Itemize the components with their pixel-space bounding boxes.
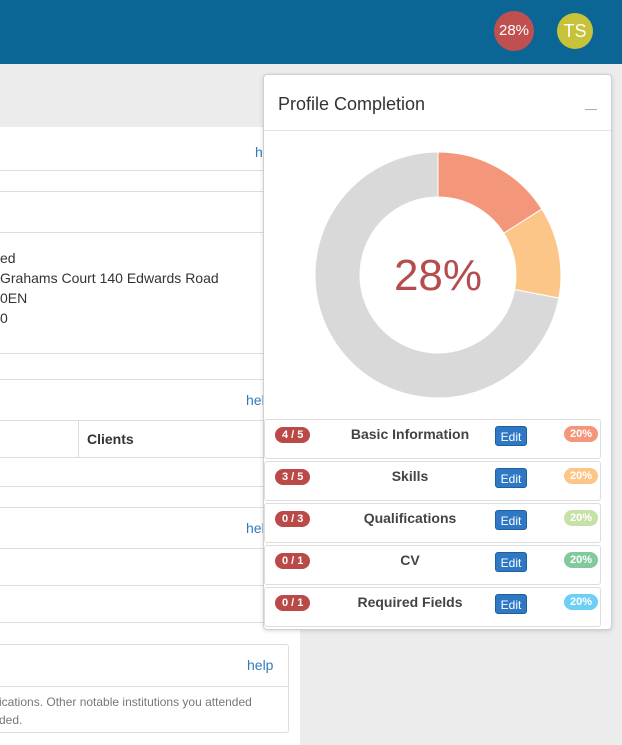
education-help-link[interactable]: help [247,657,273,673]
divider [0,622,300,623]
top-navbar: 28% TS [0,0,622,64]
divider [0,486,300,487]
section-label: CV [400,552,420,568]
section-weight-badge: 20% [564,426,599,442]
divider [0,457,300,458]
section-list: 4 / 5 Basic Information Edit 20% 3 / 5 Skills… [264,419,611,629]
completion-section-row: 0 / 3 Qualifications Edit 20% [264,503,601,543]
divider [0,191,300,192]
section-label: Skills [391,468,429,484]
divider [0,170,300,171]
card-title: Profile Completion [278,94,426,114]
table-column-divider [78,421,79,458]
section-count-badge: 0 / 3 [275,511,311,527]
edit-section-button[interactable]: Edit [495,426,527,446]
section-weight-badge: 20% [564,594,599,610]
divider [0,379,300,380]
education-description: ications. Other notable institutions you… [0,693,252,729]
education-text-line: ded. [0,713,23,727]
section-label: Required Fields [357,594,463,610]
divider [264,130,611,131]
section-weight-badge: 20% [564,510,599,526]
section-weight-badge: 20% [564,552,599,568]
profile-completion-card: Profile Completion 28% 4 / 5 Basic Inform… [263,74,612,630]
section-count-badge: 3 / 5 [275,469,311,485]
user-avatar[interactable]: TS [557,13,593,49]
edit-section-button[interactable]: Edit [495,594,527,614]
section-count-badge: 0 / 1 [275,595,311,611]
completion-donut-chart: 28% [315,152,561,398]
edit-section-button[interactable]: Edit [495,468,527,488]
section-label: Basic Information [350,426,470,442]
divider [0,585,300,586]
address-line: 0 [0,310,8,326]
clients-column-header: Clients [87,431,134,447]
profile-completion-badge[interactable]: 28% [494,11,534,51]
divider [0,420,300,421]
address-line: Grahams Court 140 Edwards Road [0,270,219,286]
section-count-badge: 0 / 1 [275,553,311,569]
completion-section-row: 0 / 1 Required Fields Edit 20% [264,587,601,627]
education-text-line: ications. Other notable institutions you… [0,695,252,709]
section-count-badge: 4 / 5 [275,427,311,443]
address-line: ed [0,250,16,266]
divider [0,507,300,508]
education-panel: help ications. Other notable institution… [0,644,289,733]
edit-section-button[interactable]: Edit [495,510,527,530]
divider [0,232,300,233]
section-weight-badge: 20% [564,468,599,484]
completion-section-row: 0 / 1 CV Edit 20% [264,545,601,585]
section-label: Qualifications [363,510,457,526]
donut-center-label: 28% [394,251,482,300]
divider [0,353,300,354]
completion-section-row: 3 / 5 Skills Edit 20% [264,461,601,501]
completion-section-row: 4 / 5 Basic Information Edit 20% [264,419,601,459]
address-line: 0EN [0,290,28,306]
divider [0,548,300,549]
divider [0,686,288,687]
edit-section-button[interactable]: Edit [495,552,527,572]
minimize-icon[interactable] [585,97,597,110]
